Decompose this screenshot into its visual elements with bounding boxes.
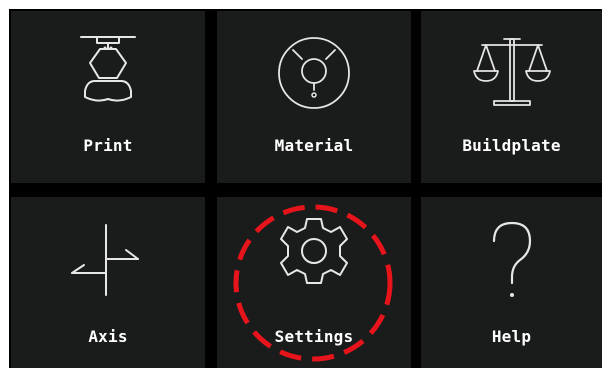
settings-tile[interactable]: Settings xyxy=(217,197,411,368)
print-label: Print xyxy=(83,136,133,155)
axis-signpost-icon xyxy=(71,224,139,296)
material-tile[interactable]: Material xyxy=(217,11,411,183)
print-head-icon xyxy=(80,36,136,102)
gear-icon xyxy=(280,218,348,284)
material-label: Material xyxy=(274,136,354,155)
material-spool-icon xyxy=(278,37,350,109)
printer-main-menu: Print Material Buildplate Axis Settings … xyxy=(9,9,602,368)
buildplate-label: Buildplate xyxy=(462,136,561,155)
print-tile[interactable]: Print xyxy=(11,11,205,183)
buildplate-tile[interactable]: Buildplate xyxy=(421,11,602,183)
axis-label: Axis xyxy=(88,327,128,346)
balance-scale-icon xyxy=(472,38,551,106)
help-tile[interactable]: Help xyxy=(421,197,602,368)
help-label: Help xyxy=(491,327,532,346)
settings-label: Settings xyxy=(274,327,354,346)
axis-tile[interactable]: Axis xyxy=(11,197,205,368)
question-mark-icon xyxy=(492,221,531,297)
